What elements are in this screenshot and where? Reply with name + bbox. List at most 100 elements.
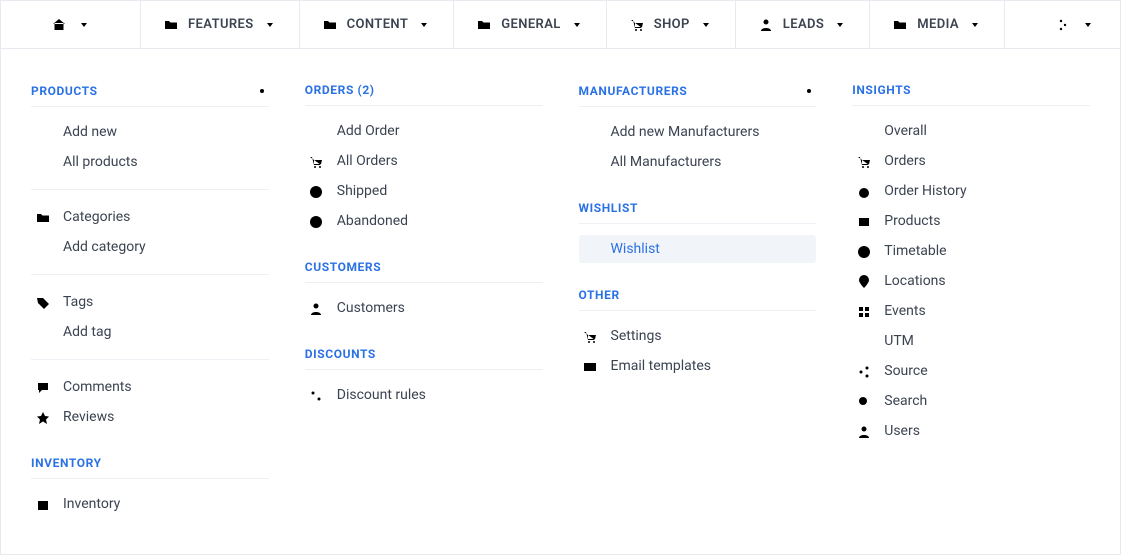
- app-window: FEATURES CONTENT GENERAL SHOP LEADS MEDI…: [0, 0, 1121, 555]
- nav-content[interactable]: CONTENT: [300, 1, 455, 48]
- item-search[interactable]: Search: [852, 387, 1090, 415]
- rect-icon: [854, 214, 872, 229]
- separator: [31, 189, 269, 190]
- home-icon: [51, 17, 66, 32]
- item-add-new-product[interactable]: Add new: [31, 118, 269, 146]
- chevron-down-icon: [262, 17, 277, 32]
- nav-home[interactable]: [1, 1, 141, 48]
- list-icon: [581, 155, 599, 170]
- item-abandoned[interactable]: Abandoned: [305, 207, 543, 235]
- chevron-down-icon: [967, 17, 982, 32]
- item-add-category[interactable]: Add category: [31, 233, 269, 261]
- item-label: Orders: [884, 153, 926, 169]
- item-all-manufacturers[interactable]: All Manufacturers: [579, 148, 817, 176]
- folder-icon: [33, 210, 51, 225]
- group-manufacturers-title: MANUFACTURERS: [579, 73, 817, 107]
- item-label: Events: [884, 303, 925, 319]
- item-timetable[interactable]: Timetable: [852, 237, 1090, 265]
- clock-icon: [854, 244, 872, 259]
- cart-icon: [307, 154, 325, 169]
- group-insights-label: INSIGHTS: [852, 83, 911, 97]
- item-add-tag[interactable]: Add tag: [31, 318, 269, 346]
- mail-icon: [581, 359, 599, 374]
- nav-media-label: MEDIA: [917, 17, 959, 32]
- nav-settings[interactable]: [1005, 1, 1121, 48]
- nav-general[interactable]: GENERAL: [454, 1, 607, 48]
- chevron-down-icon: [832, 17, 847, 32]
- item-add-manufacturers[interactable]: Add new Manufacturers: [579, 118, 817, 146]
- nav-content-label: CONTENT: [347, 17, 409, 32]
- item-overall[interactable]: Overall: [852, 117, 1090, 145]
- item-label: Settings: [611, 328, 662, 344]
- item-label: Order History: [884, 183, 966, 199]
- chevron-down-icon: [698, 17, 713, 32]
- item-label: Comments: [63, 379, 132, 395]
- folder-icon: [322, 17, 337, 32]
- separator: [31, 274, 269, 275]
- nav-features[interactable]: FEATURES: [141, 1, 300, 48]
- separator: [31, 359, 269, 360]
- nav-shop[interactable]: SHOP: [607, 1, 736, 48]
- item-inventory[interactable]: Inventory: [31, 490, 269, 518]
- item-label: Add category: [63, 239, 146, 255]
- nav-leads[interactable]: LEADS: [736, 1, 870, 48]
- item-label: Tags: [63, 294, 93, 310]
- sliders-icon: [1055, 17, 1070, 32]
- item-reviews[interactable]: Reviews: [31, 403, 269, 431]
- nav-leads-label: LEADS: [783, 17, 824, 32]
- item-shipped[interactable]: Shipped: [305, 177, 543, 205]
- item-insights-products[interactable]: Products: [852, 207, 1090, 235]
- item-email-templates[interactable]: Email templates: [579, 352, 817, 380]
- item-utm[interactable]: UTM: [852, 327, 1090, 355]
- plus-icon: [581, 125, 599, 140]
- group-other-label: OTHER: [579, 288, 620, 302]
- item-label: Shipped: [337, 183, 387, 199]
- item-label: Email templates: [611, 358, 712, 374]
- folder-icon: [892, 17, 907, 32]
- item-insights-orders[interactable]: Orders: [852, 147, 1090, 175]
- chevron-down-icon: [1080, 17, 1095, 32]
- item-discount-rules[interactable]: Discount rules: [305, 381, 543, 409]
- column-orders: ORDERS (2) Add Order All Orders Shipped …: [287, 67, 561, 530]
- list-icon: [581, 242, 599, 257]
- chevron-down-icon: [416, 17, 431, 32]
- list-icon: [33, 155, 51, 170]
- item-label: Categories: [63, 209, 130, 225]
- nav-shop-label: SHOP: [654, 17, 690, 32]
- item-label: Timetable: [884, 243, 946, 259]
- item-order-history[interactable]: Order History: [852, 177, 1090, 205]
- item-all-orders[interactable]: All Orders: [305, 147, 543, 175]
- item-events[interactable]: Events: [852, 297, 1090, 325]
- item-tags[interactable]: Tags: [31, 288, 269, 316]
- item-customers[interactable]: Customers: [305, 294, 543, 322]
- item-label: Source: [884, 363, 927, 379]
- gear-icon[interactable]: [254, 83, 269, 98]
- nav-general-label: GENERAL: [501, 17, 561, 32]
- cart-icon: [581, 329, 599, 344]
- item-comments[interactable]: Comments: [31, 373, 269, 401]
- search-icon: [854, 394, 872, 409]
- gear-icon[interactable]: [801, 83, 816, 98]
- item-label: Reviews: [63, 409, 114, 425]
- group-products-title: PRODUCTS: [31, 73, 269, 107]
- item-locations[interactable]: Locations: [852, 267, 1090, 295]
- item-label: Overall: [884, 123, 927, 139]
- item-settings[interactable]: Settings: [579, 322, 817, 350]
- item-add-order[interactable]: Add Order: [305, 117, 543, 145]
- item-source[interactable]: Source: [852, 357, 1090, 385]
- item-label: Add Order: [337, 123, 400, 139]
- group-discounts-label: DISCOUNTS: [305, 347, 376, 361]
- nav-media[interactable]: MEDIA: [870, 1, 1005, 48]
- tag-icon: [33, 295, 51, 310]
- cart-icon: [629, 17, 644, 32]
- item-label: Products: [884, 213, 940, 229]
- group-other-title: OTHER: [579, 278, 817, 311]
- item-wishlist[interactable]: Wishlist: [579, 235, 817, 263]
- user-icon: [307, 301, 325, 316]
- item-categories[interactable]: Categories: [31, 203, 269, 231]
- box-icon: [33, 497, 51, 512]
- item-users[interactable]: Users: [852, 417, 1090, 445]
- chevron-down-icon: [569, 17, 584, 32]
- group-products-label: PRODUCTS: [31, 84, 98, 98]
- item-all-products[interactable]: All products: [31, 148, 269, 176]
